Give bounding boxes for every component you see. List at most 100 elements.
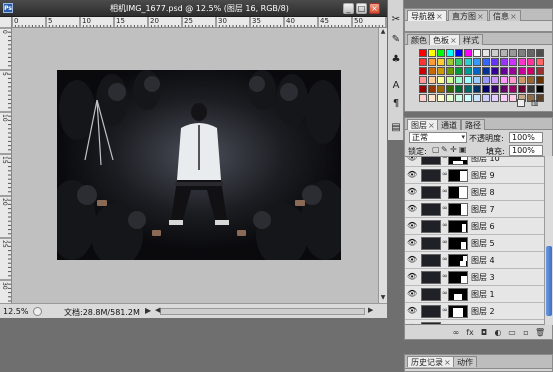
- color-swatch[interactable]: [491, 76, 499, 84]
- color-swatch[interactable]: [473, 67, 481, 75]
- new-layer-icon[interactable]: ▫: [521, 328, 531, 337]
- tab-color[interactable]: 颜色: [407, 34, 431, 45]
- link-icon[interactable]: ∞: [442, 204, 448, 212]
- layer-row[interactable]: 👁 ∞ 图层 10: [405, 157, 544, 167]
- color-swatch[interactable]: [428, 94, 436, 102]
- color-swatch[interactable]: [419, 49, 427, 57]
- layer-row[interactable]: 👁 ∞ 图层 3: [405, 269, 544, 286]
- color-swatch[interactable]: [464, 76, 472, 84]
- layer-mask-thumbnail[interactable]: [448, 186, 468, 199]
- close-icon[interactable]: ×: [436, 12, 443, 21]
- scrollbar-thumb[interactable]: [546, 246, 552, 316]
- color-swatch[interactable]: [428, 49, 436, 57]
- brush-icon[interactable]: ✎: [389, 32, 403, 48]
- color-swatch[interactable]: [500, 85, 508, 93]
- blend-mode-select[interactable]: 正常 ▾: [409, 132, 467, 143]
- document-titlebar[interactable]: Ps 相机IMG_1677.psd @ 12.5% (图层 16, RGB/8)…: [0, 0, 387, 17]
- link-icon[interactable]: ∞: [451, 328, 461, 337]
- link-icon[interactable]: ∞: [442, 255, 448, 263]
- layer-list[interactable]: 👁 ∞ 图层 10 👁 ∞ 图层 9 👁 ∞ 图层 8 👁 ∞ 图层 7 👁 ∞ 图层 6 👁 ∞ 图层 5 👁 ∞ 图…: [405, 156, 544, 325]
- fill-input[interactable]: 100%: [509, 145, 543, 156]
- close-icon[interactable]: ×: [428, 121, 435, 130]
- close-icon[interactable]: ×: [450, 36, 457, 45]
- horizontal-ruler[interactable]: 0 5 10 15 20 25 30 35 40 45 50: [12, 17, 387, 28]
- vertical-scrollbar[interactable]: ▲ ▼: [378, 28, 387, 303]
- color-swatch[interactable]: [500, 76, 508, 84]
- fx-icon[interactable]: fx: [465, 328, 475, 337]
- eye-icon[interactable]: 👁: [407, 255, 417, 265]
- tab-styles[interactable]: 样式: [459, 34, 483, 45]
- horizontal-scrollbar[interactable]: [160, 308, 365, 315]
- color-swatch[interactable]: [446, 76, 454, 84]
- layer-thumbnail[interactable]: [421, 203, 441, 216]
- lock-position-icon[interactable]: ✛: [450, 145, 457, 154]
- layer-mask-thumbnail[interactable]: [448, 288, 468, 301]
- paragraph-icon[interactable]: ¶: [389, 96, 403, 112]
- color-swatch[interactable]: [455, 67, 463, 75]
- document-image[interactable]: [57, 70, 341, 260]
- color-swatch[interactable]: [446, 85, 454, 93]
- layer-mask-thumbnail[interactable]: [448, 305, 468, 318]
- eye-icon[interactable]: 👁: [407, 157, 417, 163]
- layer-row[interactable]: 👁 ∞ 图层 5: [405, 235, 544, 252]
- eye-icon[interactable]: 👁: [407, 170, 417, 180]
- color-swatch[interactable]: [473, 49, 481, 57]
- color-swatch[interactable]: [419, 67, 427, 75]
- color-swatch[interactable]: [518, 67, 526, 75]
- color-swatch[interactable]: [527, 67, 535, 75]
- color-swatch[interactable]: [509, 49, 517, 57]
- layer-mask-thumbnail[interactable]: [448, 220, 468, 233]
- layer-thumbnail[interactable]: [421, 169, 441, 182]
- status-menu-arrow-icon[interactable]: ▶: [145, 306, 151, 315]
- color-swatch[interactable]: [473, 76, 481, 84]
- eye-icon[interactable]: 👁: [407, 221, 417, 231]
- layer-thumbnail[interactable]: [421, 186, 441, 199]
- layer-row[interactable]: 👁 ∞ 图层 8: [405, 184, 544, 201]
- layer-thumbnail[interactable]: [421, 237, 441, 250]
- color-swatch[interactable]: [482, 76, 490, 84]
- adjustment-icon[interactable]: ◐: [493, 328, 503, 337]
- layer-mask-thumbnail[interactable]: [448, 203, 468, 216]
- link-icon[interactable]: ∞: [442, 187, 448, 195]
- color-swatch[interactable]: [446, 49, 454, 57]
- zoom-level[interactable]: 12.5%: [3, 307, 28, 316]
- color-swatch[interactable]: [428, 67, 436, 75]
- color-swatch[interactable]: [428, 85, 436, 93]
- link-icon[interactable]: ∞: [442, 221, 448, 229]
- color-swatch[interactable]: [500, 49, 508, 57]
- link-icon[interactable]: ∞: [442, 238, 448, 246]
- opacity-input[interactable]: 100%: [509, 132, 543, 143]
- color-swatch[interactable]: [455, 94, 463, 102]
- color-swatch[interactable]: [500, 67, 508, 75]
- stamp-icon[interactable]: ♣: [389, 52, 403, 68]
- color-swatch[interactable]: [437, 67, 445, 75]
- panel-icon[interactable]: ▤: [389, 120, 403, 136]
- color-swatch[interactable]: [500, 94, 508, 102]
- layer-row[interactable]: 👁 ∞ 图层 7: [405, 201, 544, 218]
- link-icon[interactable]: ∞: [442, 170, 448, 178]
- color-swatch[interactable]: [491, 67, 499, 75]
- color-swatch[interactable]: [419, 76, 427, 84]
- folder-icon[interactable]: ▭: [507, 328, 517, 337]
- layer-row[interactable]: 👁 背景 副本: [405, 320, 544, 324]
- color-swatch[interactable]: [527, 85, 535, 93]
- color-swatch[interactable]: [419, 58, 427, 66]
- layer-mask-thumbnail[interactable]: [448, 237, 468, 250]
- tab-paths[interactable]: 路径: [461, 119, 485, 130]
- eye-icon[interactable]: 👁: [407, 238, 417, 248]
- mask-icon[interactable]: ◘: [479, 328, 489, 337]
- lock-all-icon[interactable]: ▣: [459, 145, 467, 154]
- layer-mask-thumbnail[interactable]: [448, 157, 468, 165]
- layer-mask-thumbnail[interactable]: [448, 169, 468, 182]
- color-swatch[interactable]: [446, 58, 454, 66]
- color-swatch[interactable]: [527, 58, 535, 66]
- color-swatch[interactable]: [518, 76, 526, 84]
- color-swatch[interactable]: [428, 58, 436, 66]
- link-icon[interactable]: ∞: [442, 272, 448, 280]
- color-swatch[interactable]: [455, 85, 463, 93]
- layer-thumbnail[interactable]: [421, 254, 441, 267]
- maximize-button[interactable]: □: [356, 3, 367, 14]
- color-swatch[interactable]: [491, 58, 499, 66]
- close-icon[interactable]: ×: [444, 358, 451, 367]
- color-swatch[interactable]: [455, 49, 463, 57]
